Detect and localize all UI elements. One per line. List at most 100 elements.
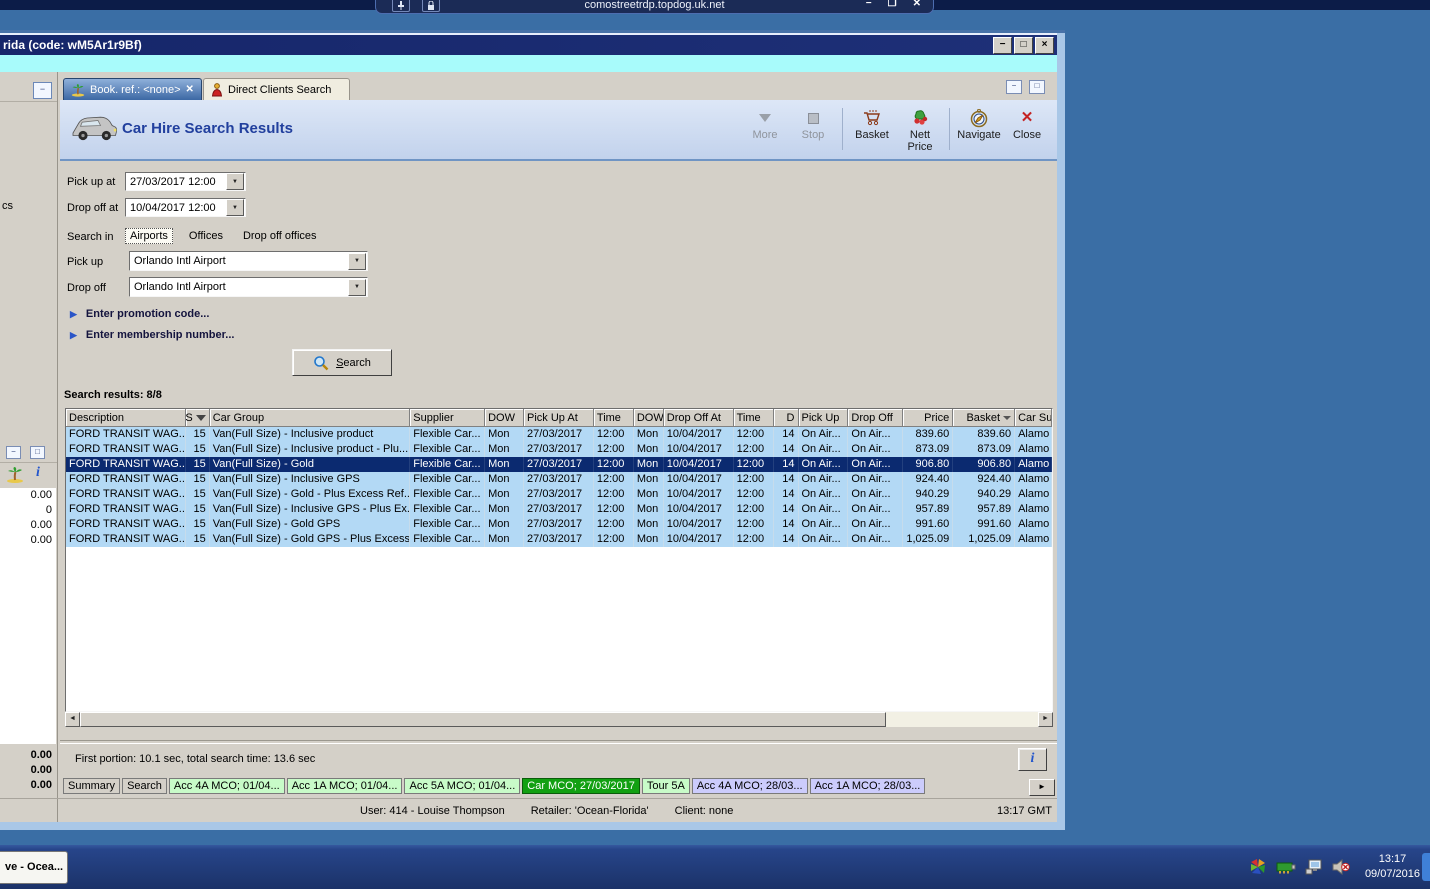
cell: 15 xyxy=(186,517,210,532)
cell: On Air... xyxy=(848,517,903,532)
bottom-tab[interactable]: Acc 1A MCO; 28/03... xyxy=(810,778,926,794)
column-header[interactable]: Car Group xyxy=(210,409,411,427)
column-header[interactable]: Price xyxy=(903,409,953,427)
taskbar-window-button[interactable]: ve - Ocea... xyxy=(0,851,68,884)
result-row[interactable]: FORD TRANSIT WAG...15Van(Full Size) - In… xyxy=(66,427,1052,442)
cell: FORD TRANSIT WAG... xyxy=(66,472,186,487)
more-button[interactable]: More xyxy=(741,107,789,141)
restore-panel-icon[interactable]: − xyxy=(33,82,52,99)
rdp-minimize-icon[interactable]: − xyxy=(866,0,872,9)
result-row[interactable]: FORD TRANSIT WAG...15Van(Full Size) - In… xyxy=(66,472,1052,487)
nett-price-button[interactable]: Nett Price xyxy=(896,107,944,153)
scroll-left-icon[interactable]: ◄ xyxy=(65,712,80,727)
membership-number-link[interactable]: ▶ Enter membership number... xyxy=(70,329,234,341)
drop-off-at-combo[interactable]: 10/04/2017 12:00 ▼ xyxy=(125,198,246,217)
scrollbar-track[interactable] xyxy=(886,712,1038,727)
result-row[interactable]: FORD TRANSIT WAG...15Van(Full Size) - In… xyxy=(66,502,1052,517)
sort-arrow-icon[interactable] xyxy=(1003,416,1011,420)
chevron-down-icon[interactable]: ▼ xyxy=(348,279,366,296)
drop-off-combo[interactable]: Orlando Intl Airport ▼ xyxy=(129,277,368,297)
taskbar-edge-icon[interactable] xyxy=(1422,853,1430,881)
cyan-strip xyxy=(0,55,1057,72)
rdp-restore-icon[interactable]: ❐ xyxy=(888,0,897,9)
close-toolbar-button[interactable]: ✕ Close xyxy=(1003,107,1051,141)
tab-close-icon[interactable]: ✕ xyxy=(186,84,194,95)
close-button[interactable]: × xyxy=(1035,37,1054,54)
bottom-tab[interactable]: Tour 5A xyxy=(642,778,690,794)
cell: 14 xyxy=(774,472,799,487)
network-card-icon[interactable] xyxy=(1276,860,1296,874)
column-header[interactable]: DOW xyxy=(485,409,524,427)
result-row[interactable]: FORD TRANSIT WAG...15Van(Full Size) - In… xyxy=(66,442,1052,457)
cell: 906.80 xyxy=(953,457,1015,472)
cell: Alamo xyxy=(1015,457,1052,472)
bottom-tab[interactable]: Search xyxy=(122,778,167,794)
navigate-button[interactable]: Navigate xyxy=(955,107,1003,141)
bottom-tab[interactable]: Summary xyxy=(63,778,120,794)
basket-button[interactable]: Basket xyxy=(848,107,896,141)
network-status-icon[interactable] xyxy=(1305,859,1323,875)
column-header[interactable]: S xyxy=(186,409,210,427)
side-value: 0.00 xyxy=(0,533,56,548)
cell: Mon xyxy=(485,457,524,472)
chevron-down-icon[interactable]: ▼ xyxy=(226,199,244,216)
column-header[interactable]: Basket xyxy=(953,409,1015,427)
tab-direct-clients-search[interactable]: Direct Clients Search xyxy=(203,78,350,100)
panel-collapse-icon[interactable]: − xyxy=(1006,80,1022,94)
pick-up-at-combo[interactable]: 27/03/2017 12:00 ▼ xyxy=(125,172,246,191)
taskbar-clock[interactable]: 13:17 09/07/2016 xyxy=(1365,852,1420,882)
pick-up-combo[interactable]: Orlando Intl Airport ▼ xyxy=(129,251,368,271)
chevron-down-icon[interactable]: ▼ xyxy=(348,253,366,270)
result-row[interactable]: FORD TRANSIT WAG...15Van(Full Size) - Go… xyxy=(66,457,1052,472)
bottom-tab[interactable]: Acc 4A MCO; 01/04... xyxy=(169,778,285,794)
column-header[interactable]: Pick Up xyxy=(799,409,849,427)
scroll-right-icon[interactable]: ► xyxy=(1038,712,1053,727)
bottom-tab[interactable]: Acc 4A MCO; 28/03... xyxy=(692,778,808,794)
column-header[interactable]: Drop Off xyxy=(848,409,903,427)
rdp-close-icon[interactable]: ✕ xyxy=(913,0,921,9)
promotion-code-link[interactable]: ▶ Enter promotion code... xyxy=(70,308,209,320)
bottom-tab[interactable]: Car MCO; 27/03/2017 xyxy=(522,778,640,794)
info-button[interactable]: i xyxy=(1018,748,1047,771)
tab-booking-ref[interactable]: Book. ref.: <none> ✕ xyxy=(63,78,202,100)
column-header[interactable]: Time xyxy=(594,409,634,427)
search-in-option[interactable]: Drop off offices xyxy=(239,229,321,243)
result-row[interactable]: FORD TRANSIT WAG...15Van(Full Size) - Go… xyxy=(66,517,1052,532)
column-header[interactable]: Drop Off At xyxy=(664,409,734,427)
filter-funnel-icon[interactable] xyxy=(196,415,206,421)
search-in-option[interactable]: Offices xyxy=(185,229,227,243)
bottom-tab[interactable]: Acc 1A MCO; 01/04... xyxy=(287,778,403,794)
antivirus-icon[interactable] xyxy=(1249,858,1267,876)
search-button[interactable]: Search xyxy=(292,349,392,376)
panel-minimize-icon[interactable]: − xyxy=(6,446,21,459)
cell: 10/04/2017 xyxy=(664,472,734,487)
column-header[interactable]: Supplier xyxy=(410,409,485,427)
chevron-down-icon[interactable]: ▼ xyxy=(226,173,244,190)
maximize-button[interactable]: □ xyxy=(1014,37,1033,54)
volume-muted-icon[interactable] xyxy=(1332,859,1350,875)
minimize-button[interactable]: − xyxy=(993,37,1012,54)
result-row[interactable]: FORD TRANSIT WAG...15Van(Full Size) - Go… xyxy=(66,532,1052,547)
column-header[interactable]: Pick Up At xyxy=(524,409,594,427)
next-tab-button[interactable]: ► xyxy=(1029,779,1055,796)
result-row[interactable]: FORD TRANSIT WAG...15Van(Full Size) - Go… xyxy=(66,487,1052,502)
side-total: 0.00 xyxy=(0,748,56,763)
column-header[interactable]: Car Su xyxy=(1015,409,1052,427)
cell: On Air... xyxy=(799,442,849,457)
column-header[interactable]: DOW xyxy=(634,409,664,427)
info-icon[interactable]: i xyxy=(36,465,40,481)
column-header[interactable]: D xyxy=(774,409,799,427)
panel-maximize-icon[interactable]: □ xyxy=(30,446,45,459)
scrollbar-thumb[interactable] xyxy=(80,712,886,727)
drop-off-label: Drop off xyxy=(67,282,106,294)
column-header[interactable]: Description xyxy=(66,409,186,427)
panel-expand-icon[interactable]: □ xyxy=(1029,80,1045,94)
nett-price-icon xyxy=(910,109,930,127)
stop-button[interactable]: Stop xyxy=(789,107,837,141)
cell: FORD TRANSIT WAG... xyxy=(66,427,186,442)
horizontal-scrollbar[interactable]: ◄ ► xyxy=(65,712,1053,727)
bottom-tab[interactable]: Acc 5A MCO; 01/04... xyxy=(404,778,520,794)
session-retailer: Retailer: 'Ocean-Florida' xyxy=(531,805,649,817)
search-in-option[interactable]: Airports xyxy=(125,228,173,244)
column-header[interactable]: Time xyxy=(734,409,774,427)
